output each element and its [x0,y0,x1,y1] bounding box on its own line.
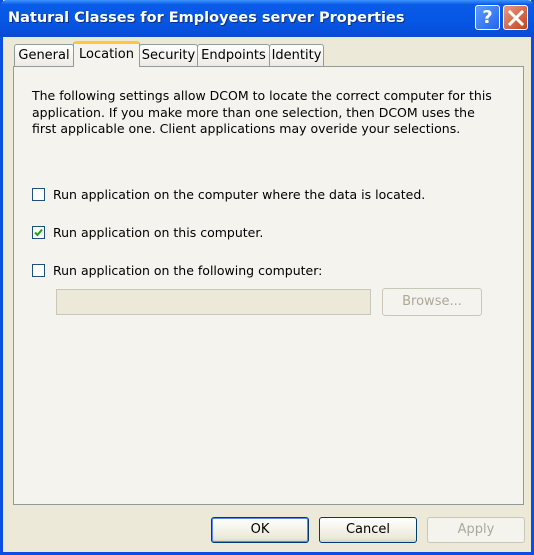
option-label: Run application on the following compute… [53,263,323,278]
option-label: Run application on the computer where th… [53,187,426,202]
tab-label: Identity [271,48,322,63]
tab-identity[interactable]: Identity [269,44,324,66]
location-description: The following settings allow DCOM to loc… [32,88,492,136]
tab-label: Endpoints [201,48,266,63]
title-bar[interactable]: Natural Classes for Employees server Pro… [0,0,534,37]
close-button[interactable] [503,5,528,30]
tab-general[interactable]: General [14,44,74,66]
apply-button[interactable]: Apply [427,517,525,543]
option-data-computer[interactable]: Run application on the computer where th… [32,187,425,202]
tab-label: General [18,48,70,63]
help-icon: ? [482,6,493,28]
tab-security[interactable]: Security [139,44,198,66]
option-label: Run application on this computer. [53,225,264,240]
tab-location[interactable]: Location [73,41,140,67]
tab-label: Security [141,48,196,63]
option-following-computer[interactable]: Run application on the following compute… [32,263,322,278]
checkbox-following-computer[interactable] [32,264,45,277]
tab-label: Location [79,47,134,62]
properties-dialog: Natural Classes for Employees server Pro… [0,0,534,555]
browse-button[interactable]: Browse... [382,288,482,316]
ok-button[interactable]: OK [211,517,309,543]
tab-endpoints[interactable]: Endpoints [197,44,270,66]
option-this-computer[interactable]: Run application on this computer. [32,225,263,240]
close-icon [507,9,524,26]
checkbox-this-computer[interactable] [32,226,45,239]
cancel-button[interactable]: Cancel [319,517,417,543]
checkmark-icon [34,228,43,237]
help-button[interactable]: ? [475,5,500,30]
checkbox-data-computer[interactable] [32,188,45,201]
computer-name-input[interactable] [56,289,371,315]
window-title: Natural Classes for Employees server Pro… [8,10,405,26]
